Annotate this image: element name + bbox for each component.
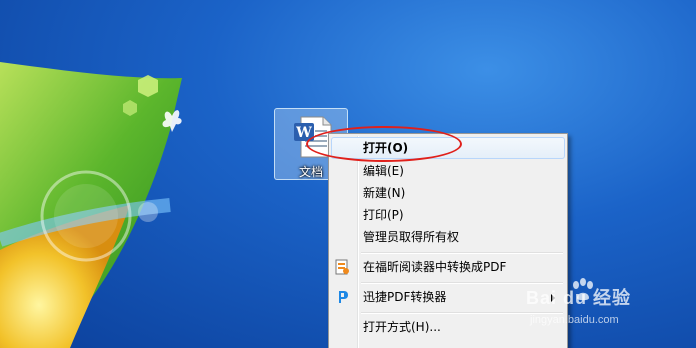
menu-item-foxit-convert-pdf[interactable]: 在福昕阅读器中转换成PDF	[331, 256, 565, 278]
menu-item-label: 编辑(E)	[363, 164, 404, 178]
menu-item-label: 打开方式(H)...	[363, 320, 441, 334]
menu-item-take-ownership[interactable]: 管理员取得所有权	[331, 226, 565, 248]
menu-item-label: 管理员取得所有权	[363, 230, 460, 244]
menu-item-label: 在福昕阅读器中转换成PDF	[363, 260, 507, 274]
menu-item-label: 迅捷PDF转换器	[363, 290, 447, 304]
red-highlight-circle	[306, 126, 462, 162]
desktop[interactable]: W 文档 打开(O) 编辑(E) 新建(N) 打印(P) 管理员取得所有权 在福…	[0, 0, 696, 348]
pdf-converter-icon	[339, 291, 348, 303]
menu-separator	[361, 252, 563, 254]
watermark-brand-text: Bai du 经验	[526, 288, 632, 308]
watermark-url: jingyan.baidu.com	[530, 314, 619, 326]
menu-item-new[interactable]: 新建(N)	[331, 182, 565, 204]
menu-item-label: 打印(P)	[363, 208, 404, 222]
foxit-reader-icon	[335, 259, 349, 275]
baidu-jingyan-watermark: Bai du 经验 jingyan.baidu.com	[526, 276, 666, 336]
menu-item-label: 新建(N)	[363, 186, 406, 200]
menu-item-print[interactable]: 打印(P)	[331, 204, 565, 226]
menu-item-edit[interactable]: 编辑(E)	[331, 160, 565, 182]
